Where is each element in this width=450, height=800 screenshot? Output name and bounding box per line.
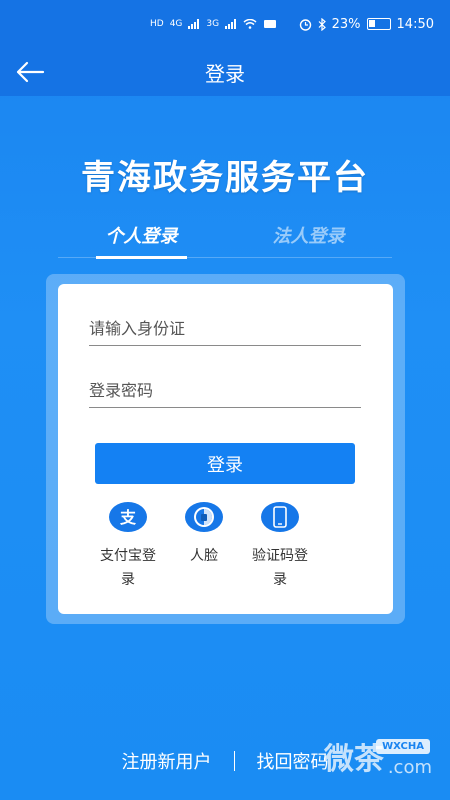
alipay-icon: 支: [109, 502, 147, 532]
watermark-text: 微茶: [323, 742, 384, 777]
forgot-password-link[interactable]: 找回密码: [257, 748, 329, 774]
login-card: 登录 支 支付宝登 录 人脸 验证码登 录: [58, 284, 393, 614]
battery-percent: 23%: [331, 16, 361, 32]
app-bar: 登录: [0, 48, 450, 96]
status-bar: HD 4G 3G 23% 14:50: [0, 0, 450, 48]
alipay-label-line2: 录: [121, 572, 135, 588]
sms-label-line2: 录: [273, 572, 287, 588]
signal-icon: [225, 19, 237, 29]
tab-legal-entity-login[interactable]: 法人登录: [225, 222, 392, 257]
alternative-logins: 支 支付宝登 录 人脸 验证码登 录: [83, 502, 373, 602]
password-field: [89, 370, 361, 408]
network-indicators: HD 4G 3G: [150, 19, 277, 29]
link-divider: [233, 751, 235, 771]
notification-icon: [264, 20, 277, 28]
arrow-left-icon: [16, 61, 45, 83]
clock: 14:50: [396, 16, 434, 32]
bluetooth-icon: [318, 17, 326, 31]
tab-personal-login[interactable]: 个人登录: [58, 222, 225, 259]
watermark-domain: .com: [387, 757, 432, 778]
signal-3g-label: 3G: [206, 19, 220, 29]
wifi-icon: [243, 19, 257, 29]
system-indicators: 23% 14:50: [299, 17, 434, 32]
sms-code-login-button[interactable]: 验证码登 录: [235, 502, 325, 592]
register-link[interactable]: 注册新用户: [122, 748, 212, 774]
sms-login-label: 验证码登 录: [235, 544, 325, 592]
id-number-input[interactable]: [89, 308, 361, 345]
platform-title: 青海政务服务平台: [81, 158, 369, 198]
login-tabs: 个人登录 法人登录: [58, 222, 392, 259]
id-field: [89, 308, 361, 346]
svg-text:支: 支: [119, 508, 137, 527]
page-title: 登录: [205, 61, 245, 86]
sms-label-line1: 验证码登: [252, 548, 308, 564]
alarm-icon: [299, 18, 311, 31]
signal-icon: [188, 19, 200, 29]
phone-icon: [261, 502, 299, 532]
signal-4g-label: 4G: [169, 19, 183, 29]
password-input[interactable]: [89, 370, 361, 407]
back-button[interactable]: [14, 58, 46, 86]
watermark: 微茶 .com: [324, 734, 432, 778]
face-icon: [185, 502, 223, 532]
hd-label: HD: [150, 19, 164, 29]
battery-icon: [366, 18, 391, 30]
login-button[interactable]: 登录: [95, 443, 355, 484]
